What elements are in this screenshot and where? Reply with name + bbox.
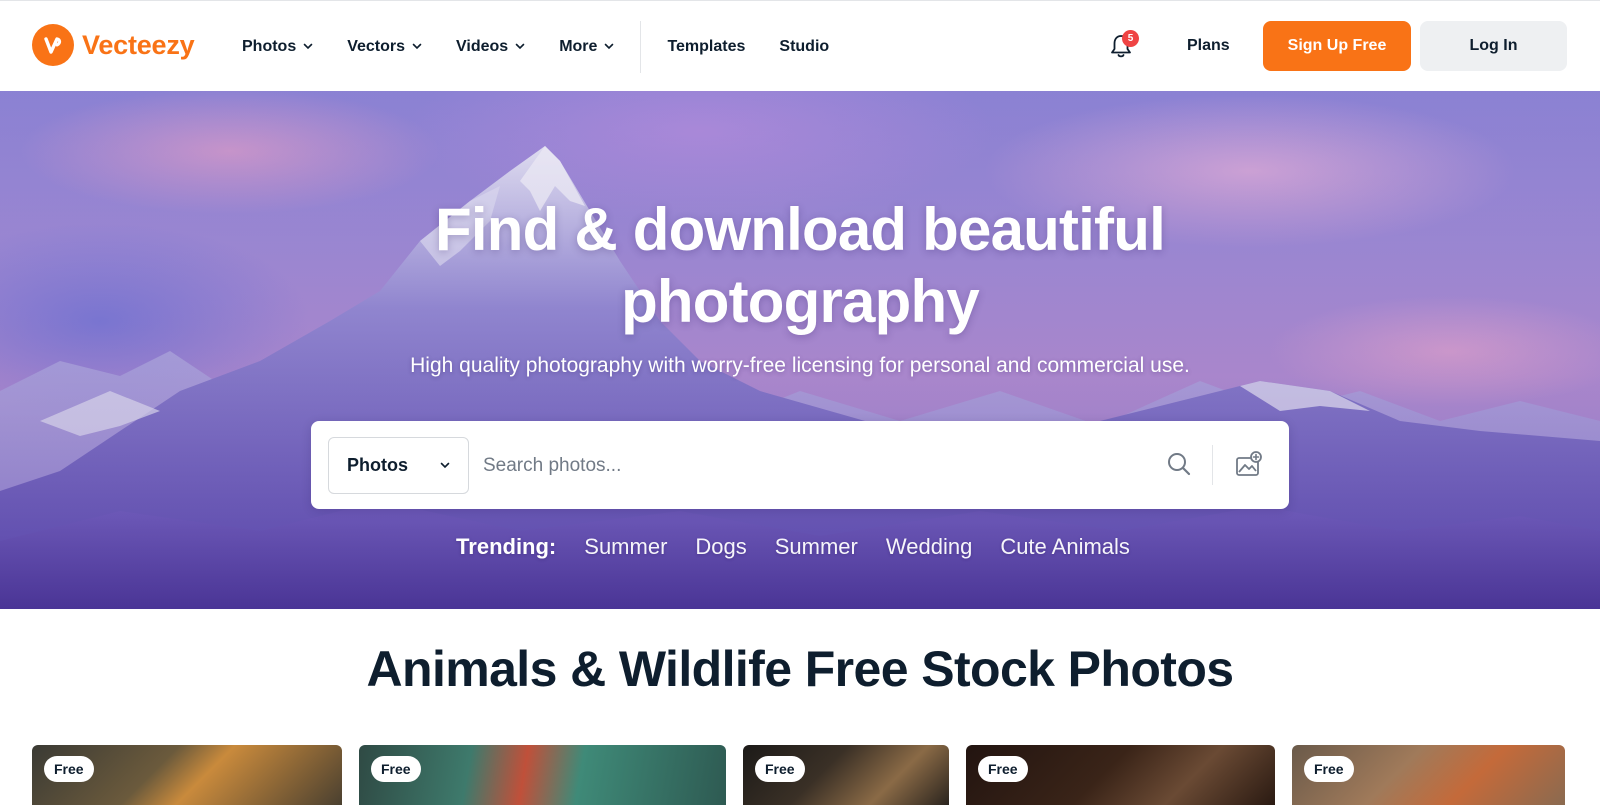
chevron-down-icon <box>515 43 525 50</box>
photo-card-red-panda[interactable]: Free <box>1292 745 1565 805</box>
hero-title-line2: photography <box>621 268 980 335</box>
top-navigation-bar: Vecteezy Photos Vectors Videos More Temp… <box>0 0 1600 91</box>
asset-type-selected: Photos <box>347 455 408 475</box>
nav-vectors[interactable]: Vectors <box>330 27 439 67</box>
free-badge: Free <box>371 756 421 782</box>
trending-searches: Trending: Summer Dogs Summer Wedding Cut… <box>0 534 1600 560</box>
photo-card-lynx[interactable]: Free <box>743 745 949 805</box>
nav-videos-label: Videos <box>456 37 509 55</box>
nav-more[interactable]: More <box>542 27 631 67</box>
trending-label: Trending: <box>456 534 557 559</box>
nav-more-label: More <box>559 37 598 55</box>
free-badge: Free <box>44 756 94 782</box>
search-divider <box>1212 445 1213 485</box>
notifications-button[interactable]: 5 <box>1108 30 1139 62</box>
nav-templates[interactable]: Templates <box>650 27 762 67</box>
section-title: Animals & Wildlife Free Stock Photos <box>366 641 1235 697</box>
nav-videos[interactable]: Videos <box>439 27 542 67</box>
search-icon[interactable] <box>1166 451 1192 482</box>
trending-link-summer-2[interactable]: Summer <box>775 534 858 560</box>
photo-card-deer[interactable]: Free <box>966 745 1275 805</box>
chevron-down-icon <box>303 43 313 50</box>
chevron-down-icon <box>604 43 614 50</box>
nav-vectors-label: Vectors <box>347 37 406 55</box>
trending-link-summer[interactable]: Summer <box>584 534 667 560</box>
sign-up-button[interactable]: Sign Up Free <box>1263 21 1411 71</box>
vecteezy-logo-icon <box>32 24 74 66</box>
hero-subtitle: High quality photography with worry-free… <box>410 354 1190 377</box>
free-badge: Free <box>755 756 805 782</box>
hero-banner: Find & download beautiful photography Hi… <box>0 91 1600 609</box>
nav-photos[interactable]: Photos <box>225 27 330 67</box>
trending-link-dogs[interactable]: Dogs <box>695 534 746 560</box>
trending-link-cute-animals[interactable]: Cute Animals <box>1000 534 1130 560</box>
nav-studio-label: Studio <box>779 37 830 55</box>
hero-title: Find & download beautiful photography <box>300 194 1300 338</box>
photo-card-tiger[interactable]: Free <box>32 745 342 805</box>
photo-card-chameleon[interactable]: Free <box>359 745 726 805</box>
nav-photos-label: Photos <box>242 37 297 55</box>
nav-templates-label: Templates <box>667 37 746 55</box>
nav-divider <box>640 20 642 73</box>
brand-name: Vecteezy <box>82 29 195 60</box>
free-badge: Free <box>978 756 1028 782</box>
image-search-icon[interactable] <box>1235 451 1263 484</box>
hero-overlay <box>0 91 1600 609</box>
search-input[interactable] <box>483 439 1123 493</box>
free-badge: Free <box>1304 756 1354 782</box>
hero-title-line1: Find & download beautiful <box>435 196 1166 263</box>
asset-type-select[interactable]: Photos <box>328 437 469 494</box>
log-in-button[interactable]: Log In <box>1420 21 1567 71</box>
trending-link-wedding[interactable]: Wedding <box>886 534 972 560</box>
notification-count-badge: 5 <box>1122 30 1139 47</box>
vecteezy-logo[interactable]: Vecteezy <box>32 24 195 66</box>
plans-link[interactable]: Plans <box>1187 37 1230 55</box>
chevron-down-icon <box>440 462 450 469</box>
main-nav: Photos Vectors Videos More Templates Stu… <box>225 1 846 92</box>
chevron-down-icon <box>412 43 422 50</box>
nav-studio[interactable]: Studio <box>762 27 846 67</box>
search-bar: Photos <box>311 421 1289 509</box>
